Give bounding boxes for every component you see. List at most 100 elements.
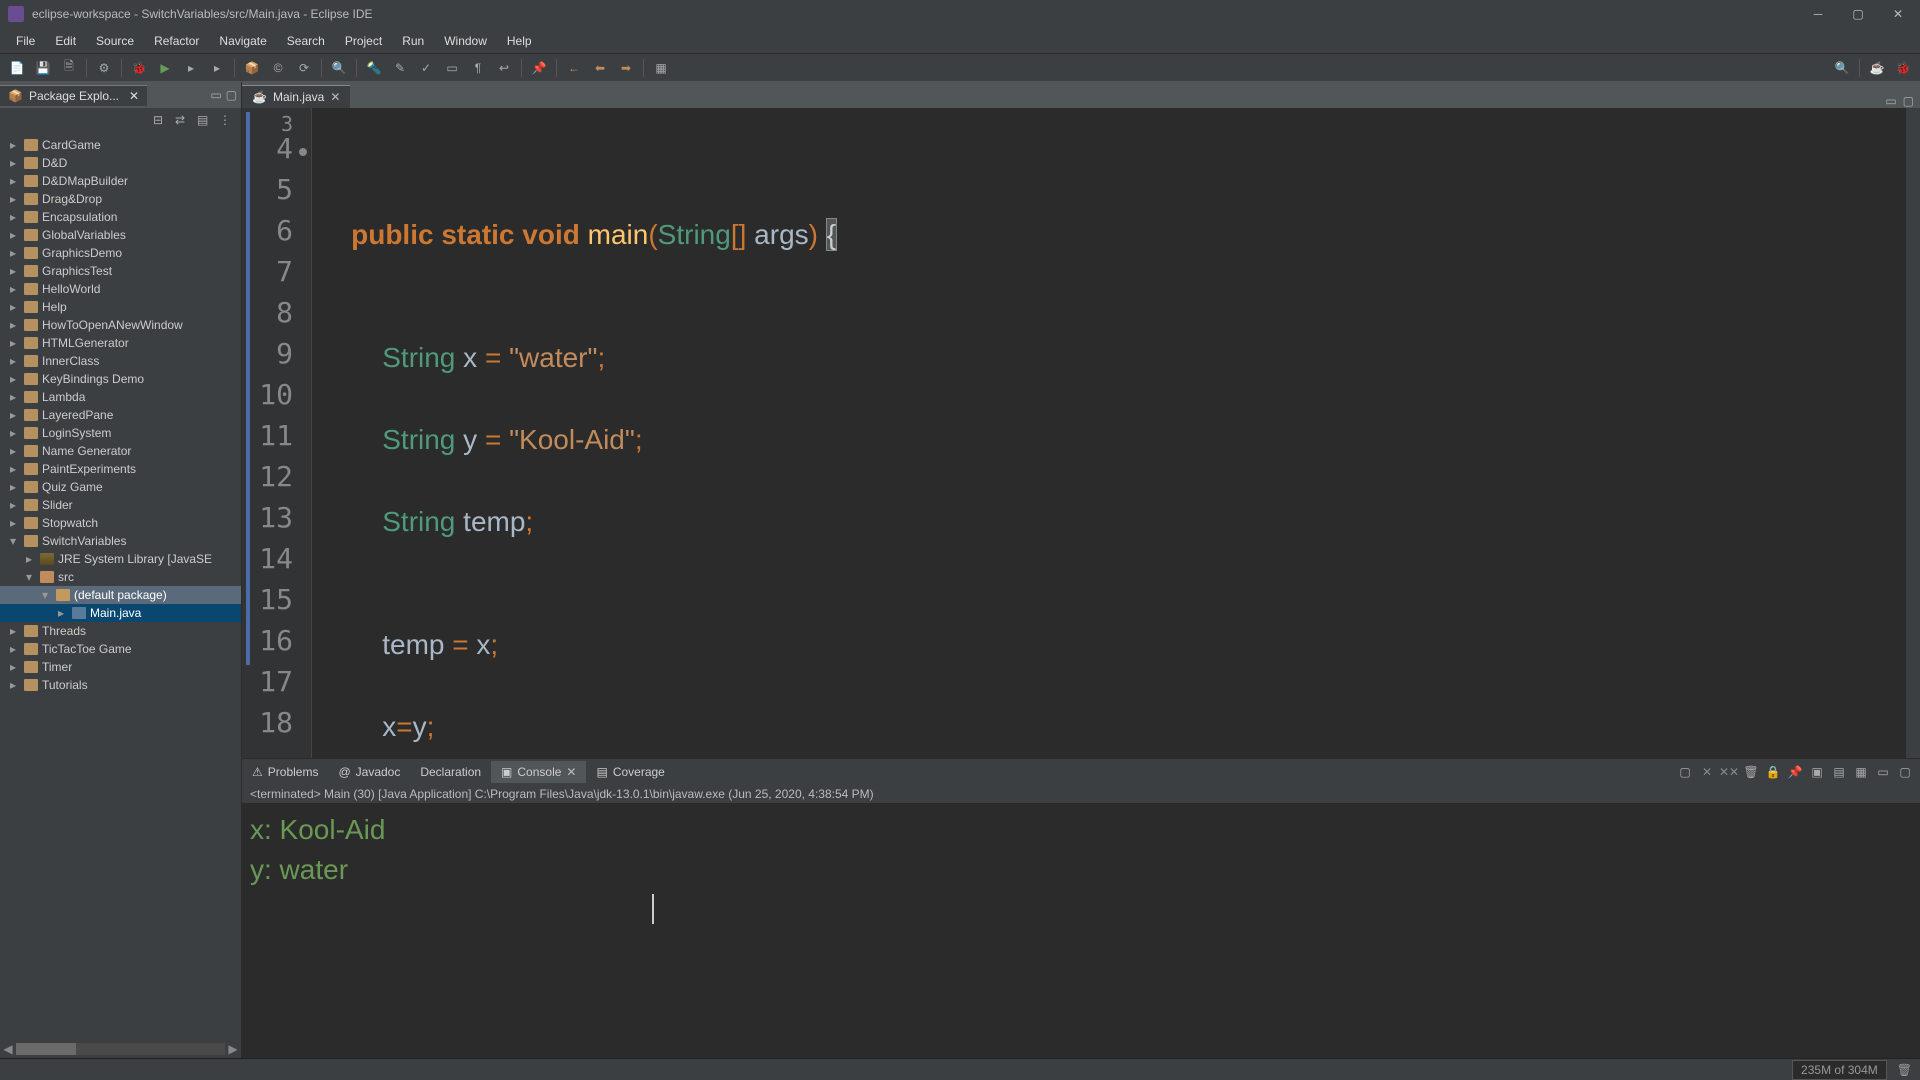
tree-label: Timer	[42, 660, 72, 674]
tab-javadoc[interactable]: @Javadoc	[328, 761, 410, 783]
menu-file[interactable]: File	[6, 30, 45, 52]
save-button[interactable]: 💾	[32, 57, 54, 79]
remove-launch-button[interactable]: ✕	[1698, 763, 1716, 781]
remove-all-button[interactable]: ✕✕	[1720, 763, 1738, 781]
line-number: 4	[242, 132, 311, 173]
code-editor[interactable]: 3 4 5 6 7 8 9 10 11 12 13 14 15 16 17 18…	[242, 108, 1920, 758]
search-button[interactable]: 🔦	[363, 57, 385, 79]
perspective-debug-button[interactable]: 🐞	[1892, 57, 1914, 79]
line-number: 18	[242, 706, 311, 747]
toggle-word-wrap-button[interactable]: ↩	[493, 57, 515, 79]
editor-tab-label: Main.java	[273, 90, 324, 104]
build-button[interactable]: ⚙	[93, 57, 115, 79]
terminate-button[interactable]: ▢	[1676, 763, 1694, 781]
tab-declaration[interactable]: Declaration	[410, 761, 491, 783]
tree-label: InnerClass	[42, 354, 99, 368]
quick-access-button[interactable]: 🔍	[1831, 57, 1853, 79]
nav-back-button[interactable]: ⬅	[589, 57, 611, 79]
refresh-button[interactable]: ⟳	[293, 57, 315, 79]
close-console-button[interactable]: ✕	[566, 765, 576, 779]
tree-label: Stopwatch	[42, 516, 98, 530]
line-number: 17	[242, 665, 311, 706]
minimize-view-button[interactable]: ▭	[210, 88, 221, 102]
tree-label: GraphicsDemo	[42, 246, 122, 260]
tree-label: GraphicsTest	[42, 264, 112, 278]
pin-console-button[interactable]: 📌	[1786, 763, 1804, 781]
tree-label: Help	[42, 300, 67, 314]
selected-file[interactable]: ▸Main.java	[0, 604, 241, 622]
line-number: 15	[242, 583, 311, 624]
tab-problems[interactable]: ⚠Problems	[242, 761, 328, 783]
minimize-editor-button[interactable]: ▭	[1885, 94, 1896, 108]
view-menu-icon[interactable]: ⋮	[219, 113, 235, 129]
tree-label: Slider	[42, 498, 73, 512]
package-explorer-tab[interactable]: 📦 Package Explo... ✕	[0, 85, 147, 106]
clear-console-button[interactable]: 🗑	[1742, 763, 1760, 781]
maximize-view-button[interactable]: ▢	[226, 88, 237, 102]
menu-project[interactable]: Project	[335, 30, 392, 52]
tree-label: Encapsulation	[42, 210, 117, 224]
minimize-button[interactable]: ─	[1804, 4, 1832, 24]
coverage-button[interactable]: ▸	[180, 57, 202, 79]
link-editor-icon[interactable]: ⇄	[175, 113, 191, 129]
run-button[interactable]: ▶	[154, 57, 176, 79]
code-content[interactable]: public static void main(String[] args) {…	[312, 108, 1906, 758]
project-tree[interactable]: ▸CardGame ▸D&D ▸D&DMapBuilder ▸Drag&Drop…	[0, 134, 241, 1040]
heap-status[interactable]: 235M of 304M	[1792, 1060, 1887, 1080]
toggle-block-button[interactable]: ▭	[441, 57, 463, 79]
minimize-panel-button[interactable]: ▭	[1874, 763, 1892, 781]
menu-run[interactable]: Run	[392, 30, 434, 52]
menu-help[interactable]: Help	[497, 30, 542, 52]
close-tab-button[interactable]: ✕	[330, 90, 340, 104]
perspective-java-button[interactable]: ☕	[1866, 57, 1888, 79]
console-output[interactable]: x: Kool-Aid y: water	[242, 804, 1920, 1058]
annotate-button[interactable]: ✎	[389, 57, 411, 79]
menu-refactor[interactable]: Refactor	[144, 30, 209, 52]
focus-task-icon[interactable]: ▤	[197, 113, 213, 129]
line-number: 11	[242, 419, 311, 460]
open-console-button[interactable]: ▤	[1830, 763, 1848, 781]
show-whitespace-button[interactable]: ¶	[467, 57, 489, 79]
new-class-button[interactable]: ©	[267, 57, 289, 79]
new-button[interactable]: 📄	[6, 57, 28, 79]
close-view-button[interactable]: ✕	[129, 89, 139, 103]
tree-label: CardGame	[42, 138, 101, 152]
display-console-button[interactable]: ▣	[1808, 763, 1826, 781]
menu-search[interactable]: Search	[277, 30, 335, 52]
line-number: 12	[242, 460, 311, 501]
overview-ruler[interactable]	[1906, 108, 1920, 758]
gc-button[interactable]: 🗑	[1897, 1063, 1912, 1077]
line-number: 8	[242, 296, 311, 337]
menu-navigate[interactable]: Navigate	[209, 30, 276, 52]
run-last-button[interactable]: ▸	[206, 57, 228, 79]
line-number-gutter: 3 4 5 6 7 8 9 10 11 12 13 14 15 16 17 18	[242, 108, 312, 758]
debug-button[interactable]: 🐞	[128, 57, 150, 79]
close-window-button[interactable]: ✕	[1884, 4, 1912, 24]
tab-console[interactable]: ▣Console✕	[491, 761, 586, 783]
scroll-lock-button[interactable]: 🔒	[1764, 763, 1782, 781]
menu-source[interactable]: Source	[86, 30, 144, 52]
line-number: 5	[242, 173, 311, 214]
menu-window[interactable]: Window	[434, 30, 497, 52]
menubar: File Edit Source Refactor Navigate Searc…	[0, 28, 1920, 54]
new-package-button[interactable]: 📦	[241, 57, 263, 79]
back-button[interactable]: ←	[563, 57, 585, 79]
tab-coverage[interactable]: ▤Coverage	[586, 761, 674, 783]
menu-edit[interactable]: Edit	[45, 30, 86, 52]
maximize-button[interactable]: ▢	[1844, 4, 1872, 24]
toggle-mark-button[interactable]: ✓	[415, 57, 437, 79]
editor-tab-main[interactable]: ☕ Main.java ✕	[242, 85, 350, 108]
tree-label: Threads	[42, 624, 86, 638]
misc-button[interactable]: ▦	[650, 57, 672, 79]
new-console-button[interactable]: ▦	[1852, 763, 1870, 781]
tree-label: HTMLGenerator	[42, 336, 129, 350]
tree-label: D&DMapBuilder	[42, 174, 128, 188]
maximize-panel-button[interactable]: ▢	[1896, 763, 1914, 781]
collapse-all-icon[interactable]: ⊟	[153, 113, 169, 129]
pin-editor-button[interactable]: 📌	[528, 57, 550, 79]
save-all-button[interactable]: 🗎	[58, 57, 80, 79]
maximize-editor-button[interactable]: ▢	[1903, 94, 1914, 108]
nav-fwd-button[interactable]: ➡	[615, 57, 637, 79]
open-type-button[interactable]: 🔍	[328, 57, 350, 79]
sidebar-hscrollbar[interactable]: ◀▶	[0, 1040, 241, 1058]
